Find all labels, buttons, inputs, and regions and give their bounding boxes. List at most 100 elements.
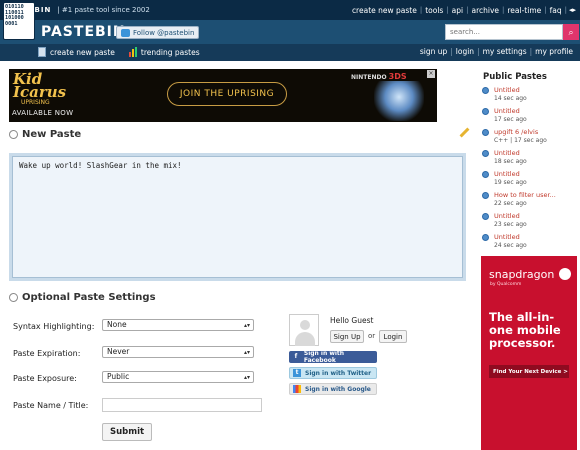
banner-ad[interactable]: Kid Icarus UPRISING AVAILABLE NOW JOIN T… (9, 69, 437, 122)
paste-title-link[interactable]: Untitled (494, 212, 574, 220)
paste-meta: 24 sec ago (494, 242, 527, 249)
search-button[interactable]: ⌕ (563, 24, 579, 40)
top-link-create[interactable]: create new paste (349, 6, 420, 15)
tagline: | #1 paste tool since 2002 (57, 6, 150, 14)
banner-join-button[interactable]: JOIN THE UPRISING (167, 82, 287, 106)
banner-logo: Kid Icarus (13, 72, 67, 101)
nav-create-paste[interactable]: create new paste (38, 47, 115, 57)
name-label: Paste Name / Title: (13, 401, 89, 410)
paste-meta: 23 sec ago (494, 221, 527, 228)
paste-meta: 14 sec ago (494, 95, 527, 102)
twitter-signin-button[interactable]: t Sign in with Twitter (289, 367, 377, 379)
optional-settings-title: Optional Paste Settings (7, 291, 156, 304)
banner-logo-line: Icarus (13, 83, 67, 101)
nav-row: create new paste trending pastes sign up… (0, 44, 580, 61)
nav-my-settings[interactable]: my settings (480, 47, 530, 56)
syntax-select[interactable]: None ▴▾ (102, 319, 254, 331)
nav-create-label: create new paste (50, 47, 115, 57)
ad-brand: snapdragon (489, 268, 555, 281)
banner-console: NINTENDO 3DS (351, 72, 407, 81)
logo-text[interactable]: PASTEBIN (41, 24, 126, 40)
paste-title-link[interactable]: Untitled (494, 170, 574, 178)
pencil-icon[interactable] (459, 127, 470, 138)
list-item[interactable]: Untitled 14 sec ago (482, 86, 574, 107)
paste-title-link[interactable]: Untitled (494, 149, 574, 157)
follow-button[interactable]: Follow @pastebin (116, 26, 200, 39)
twitter-bird-icon (121, 28, 130, 37)
nav-my-profile[interactable]: my profile (532, 47, 576, 56)
paste-title-link[interactable]: upgift 6 /elvis (494, 128, 574, 136)
top-link-api[interactable]: api (449, 6, 466, 15)
paste-title-link[interactable]: Untitled (494, 233, 574, 241)
logo-binary-line: 0001 (5, 20, 18, 27)
submit-button[interactable]: Submit (102, 423, 152, 441)
search-input[interactable] (445, 24, 563, 40)
list-item[interactable]: upgift 6 /elvis C++ | 17 sec ago (482, 128, 574, 149)
side-ad[interactable]: snapdragon by Qualcomm The all-in-one mo… (481, 256, 577, 450)
expiration-value: Never (107, 347, 130, 356)
top-link-faq[interactable]: faq (547, 6, 565, 15)
banner-available: AVAILABLE NOW (12, 109, 74, 117)
top-links: create new paste | tools | api | archive | r… (349, 6, 576, 15)
guest-box: Hello Guest Sign Up or Login f Sign in w… (287, 312, 409, 402)
follow-label: Follow @pastebin (133, 28, 195, 37)
list-item[interactable]: Untitled 19 sec ago (482, 170, 574, 191)
facebook-signin-label: Sign in with Facebook (303, 350, 345, 364)
expand-arrows-icon[interactable]: ◂▸ (569, 6, 576, 14)
ad-headline: The all-in-one mobile processor. (489, 310, 561, 350)
facebook-signin-button[interactable]: f Sign in with Facebook (289, 350, 377, 364)
new-paste-title-text: New Paste (22, 129, 82, 140)
top-bar: PASTEBIN | #1 paste tool since 2002 crea… (0, 0, 580, 20)
syntax-value: None (107, 320, 127, 329)
ad-close-icon[interactable]: × (427, 70, 435, 78)
globe-icon (482, 192, 489, 199)
paste-title-link[interactable]: How to filter user... (494, 191, 574, 199)
nav-trending-label: trending pastes (140, 47, 200, 57)
globe-icon (482, 108, 489, 115)
paste-textarea[interactable]: Wake up world! SlashGear in the mix! (12, 156, 463, 278)
document-icon (38, 47, 46, 57)
login-button[interactable]: Login (379, 330, 407, 343)
list-item[interactable]: Untitled 24 sec ago (482, 233, 574, 254)
page: PASTEBIN | #1 paste tool since 2002 crea… (0, 0, 580, 450)
paperclip-icon (7, 291, 20, 304)
list-item[interactable]: Untitled 18 sec ago (482, 149, 574, 170)
snapdragon-logo-icon (559, 268, 571, 280)
nav-trending[interactable]: trending pastes (128, 47, 200, 57)
exposure-select[interactable]: Public ▴▾ (102, 371, 254, 383)
paste-title-link[interactable]: Untitled (494, 86, 574, 94)
globe-icon (482, 87, 489, 94)
header: PASTEBIN Follow @pastebin ⌕ (0, 20, 580, 44)
top-link-archive[interactable]: archive (468, 6, 502, 15)
separator: | (564, 6, 567, 14)
banner-hero-image (374, 81, 424, 121)
list-item[interactable]: Untitled 23 sec ago (482, 212, 574, 233)
nav-sign-up[interactable]: sign up (417, 47, 450, 56)
globe-icon (482, 150, 489, 157)
select-arrows-icon: ▴▾ (243, 374, 250, 381)
sign-up-button[interactable]: Sign Up (330, 330, 364, 343)
syntax-label: Syntax Highlighting: (13, 322, 95, 331)
expiration-label: Paste Expiration: (13, 349, 81, 358)
list-item[interactable]: Untitled 17 sec ago (482, 107, 574, 128)
nav-login[interactable]: login (453, 47, 477, 56)
expiration-select[interactable]: Never ▴▾ (102, 346, 254, 358)
list-item[interactable]: How to filter user... 22 sec ago (482, 191, 574, 212)
paste-meta: 22 sec ago (494, 200, 527, 207)
paste-name-input[interactable] (102, 398, 262, 412)
top-link-tools[interactable]: tools (422, 6, 446, 15)
paste-meta: 18 sec ago (494, 158, 527, 165)
top-link-realtime[interactable]: real-time (504, 6, 544, 15)
google-signin-label: Sign in with Google (305, 385, 371, 393)
logo-icon[interactable]: 010110 110011 101000 0001 (3, 2, 35, 40)
nav-left: create new paste trending pastes (38, 47, 214, 57)
new-paste-title: New Paste (7, 128, 82, 141)
ad-cta-button[interactable]: Find Your Next Device > (489, 365, 569, 378)
optional-settings-title-text: Optional Paste Settings (22, 292, 156, 303)
or-text: or (368, 332, 376, 340)
paste-title-link[interactable]: Untitled (494, 107, 574, 115)
google-signin-button[interactable]: Sign in with Google (289, 383, 377, 395)
globe-icon (482, 234, 489, 241)
exposure-value: Public (107, 372, 130, 381)
paste-meta: C++ | 17 sec ago (494, 137, 547, 144)
